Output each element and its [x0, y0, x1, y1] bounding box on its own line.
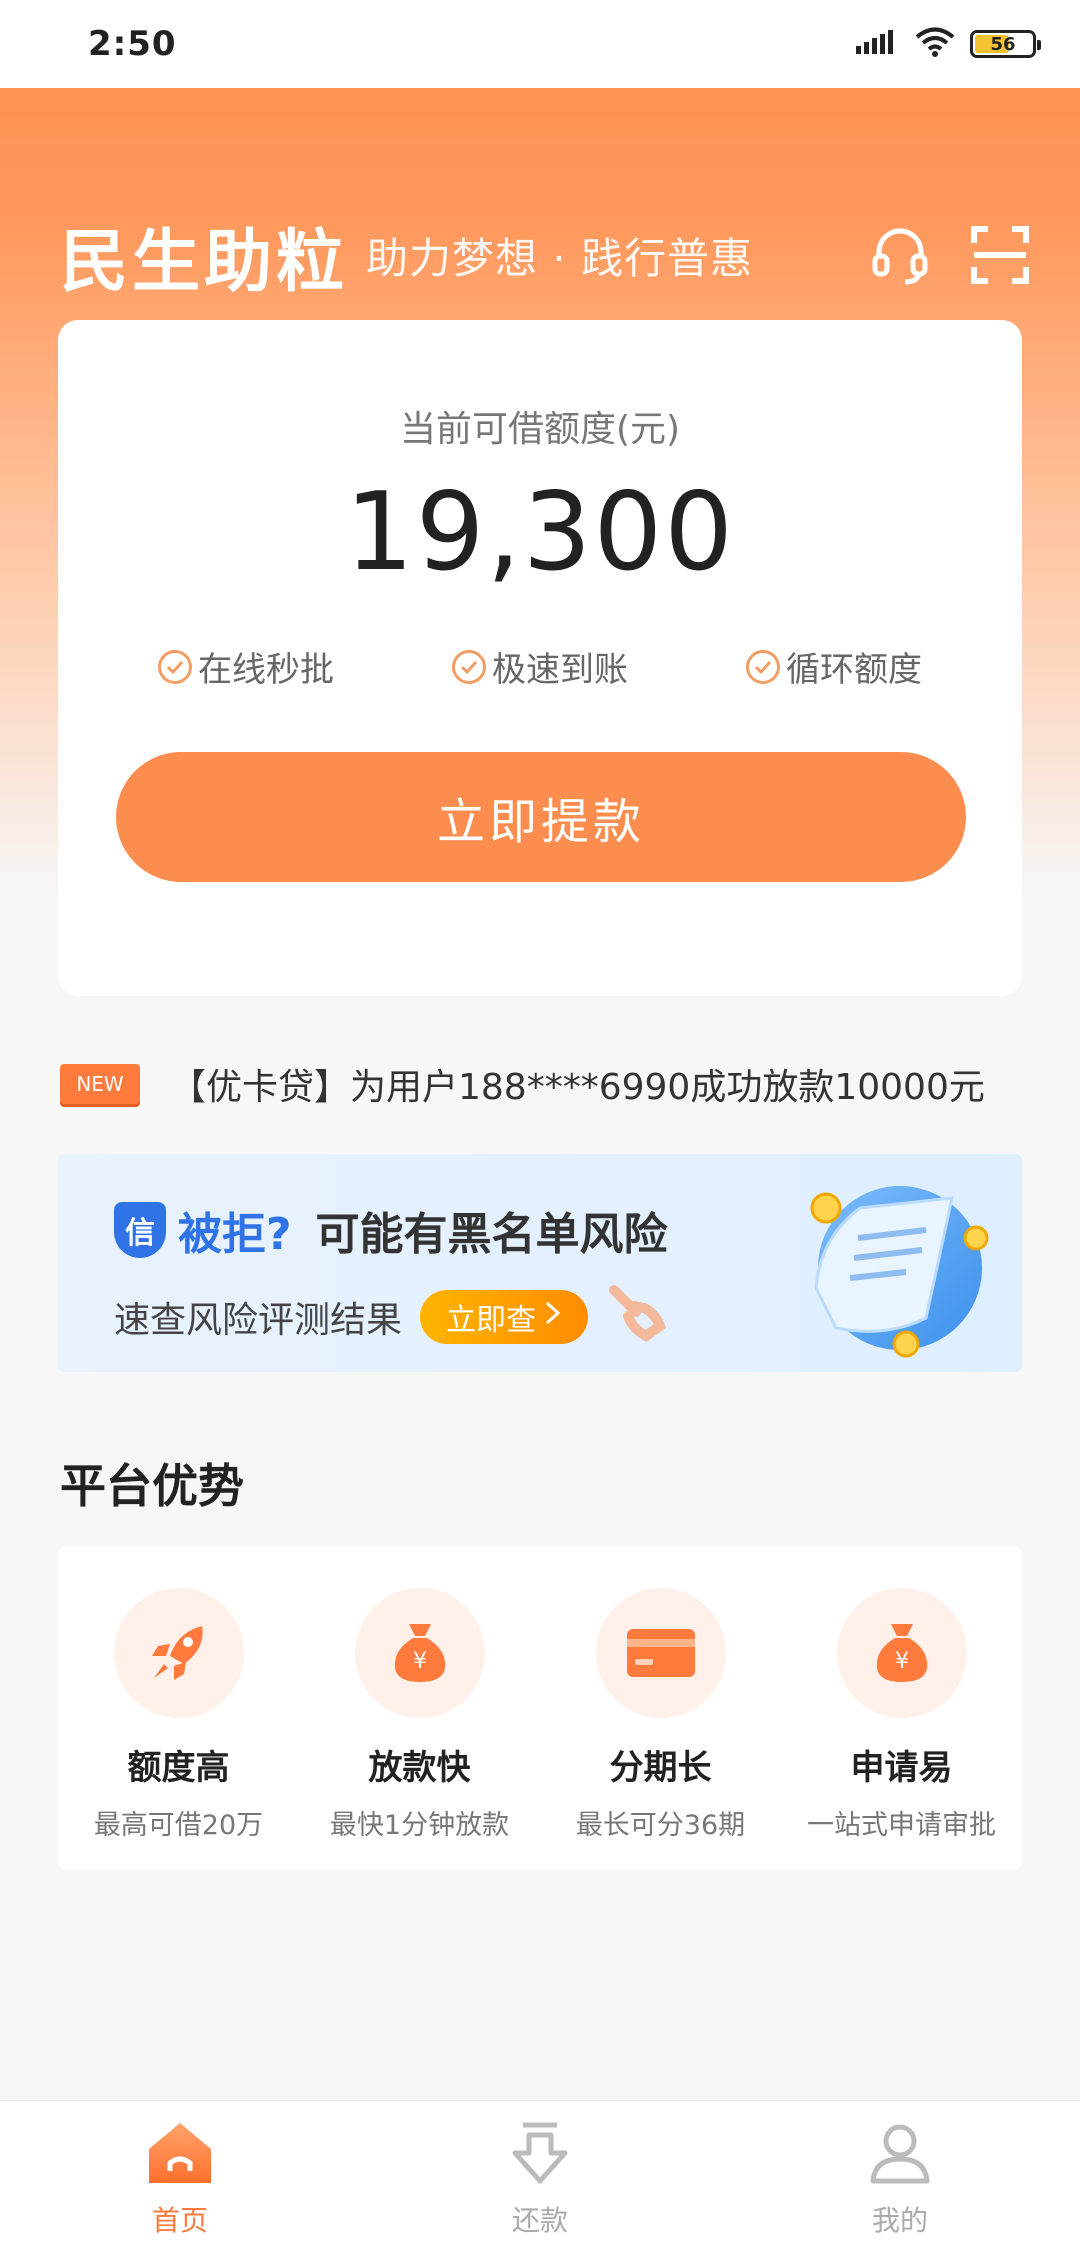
tab-mine[interactable]: 我的: [720, 2101, 1080, 2248]
scan-icon[interactable]: [968, 223, 1032, 287]
withdraw-button[interactable]: 立即提款: [116, 752, 966, 882]
wifi-icon: [914, 26, 956, 62]
credit-amount: 19,300: [345, 470, 735, 595]
rocket-icon: [113, 1588, 244, 1718]
feature-list: 在线秒批 极速到账 循环额度: [158, 642, 922, 691]
tab-repay[interactable]: 还款: [360, 2101, 720, 2248]
check-icon: [158, 649, 192, 684]
battery-icon: 56: [970, 30, 1041, 58]
headset-icon[interactable]: [868, 223, 932, 287]
status-time: 2:50: [88, 24, 177, 64]
report-illustration: [776, 1168, 996, 1358]
bottom-tab-bar: 首页 还款 我的: [0, 2100, 1080, 2248]
advantage-item: ¥ 放款快 最快1分钟放款: [299, 1546, 540, 1870]
tab-label: 我的: [871, 2204, 928, 2237]
pointing-hand-icon: [606, 1282, 667, 1351]
feature-item: 在线秒批: [158, 642, 334, 691]
check-now-button[interactable]: 立即查: [420, 1289, 589, 1344]
page: 2:50 56 民生助粒 助力梦想 · 践行普惠 当前可借额度(元) 19,30…: [0, 0, 1080, 2248]
credit-label: 当前可借额度(元): [399, 409, 681, 450]
repay-icon: [505, 2119, 575, 2193]
advantage-item: 额度高 最高可借20万: [58, 1546, 299, 1870]
feature-label: 在线秒批: [198, 650, 334, 690]
banner-subtitle: 速查风险评测结果: [114, 1299, 403, 1341]
svg-text:¥: ¥: [413, 1649, 427, 1674]
check-icon: [746, 649, 780, 684]
status-icons: 56: [856, 26, 1041, 62]
advantage-desc: 最快1分钟放款: [329, 1810, 510, 1841]
tab-label: 还款: [511, 2204, 568, 2237]
tab-home[interactable]: 首页: [0, 2101, 360, 2248]
header-actions: [868, 223, 1032, 287]
banner-headline: 可能有黑名单风险: [315, 1209, 668, 1260]
advantage-title: 额度高: [127, 1748, 230, 1788]
app-slogan: 助力梦想 · 践行普惠: [366, 233, 754, 283]
feature-label: 极速到账: [492, 650, 628, 690]
card-icon: [595, 1588, 726, 1718]
signal-icon: [856, 28, 900, 60]
advantage-title: 放款快: [368, 1748, 471, 1788]
feature-item: 循环额度: [746, 642, 922, 691]
money-bag-icon: ¥: [354, 1588, 485, 1718]
advantages-card: 额度高 最高可借20万 ¥ 放款快 最快1分钟放款 分期长 最长可分36期 ¥ …: [58, 1546, 1022, 1870]
feature-label: 循环额度: [786, 650, 922, 690]
credit-card: 当前可借额度(元) 19,300 在线秒批 极速到账 循环额度 立即提款: [58, 320, 1022, 996]
money-bag-icon: ¥: [836, 1588, 967, 1718]
advantage-title: 分期长: [609, 1748, 712, 1788]
advantage-desc: 一站式申请审批: [807, 1810, 996, 1841]
advantage-item: 分期长 最长可分36期: [540, 1546, 781, 1870]
banner-title: 信 被拒? 可能有黑名单风险: [114, 1198, 668, 1262]
arrow-right-icon: [544, 1299, 562, 1334]
feature-item: 极速到账: [452, 642, 628, 691]
advantage-desc: 最长可分36期: [575, 1810, 746, 1841]
news-text: 【优卡贷】为用户188****6990成功放款10000元: [170, 1067, 985, 1108]
check-now-label: 立即查: [446, 1302, 537, 1338]
home-icon: [145, 2119, 215, 2193]
advantage-title: 申请易: [850, 1748, 953, 1788]
shield-icon: 信: [114, 1202, 166, 1258]
banner-question: 被拒?: [178, 1209, 292, 1260]
tab-label: 首页: [151, 2204, 208, 2237]
advantage-desc: 最高可借20万: [93, 1810, 264, 1841]
news-ticker[interactable]: NEW 【优卡贷】为用户188****6990成功放款10000元: [60, 1052, 1024, 1116]
banner-subtitle-row: 速查风险评测结果 立即查: [114, 1282, 667, 1351]
status-bar: 2:50 56: [0, 0, 1080, 88]
svg-text:¥: ¥: [895, 1649, 909, 1674]
title-row: 民生助粒 助力梦想 · 践行普惠: [60, 210, 1032, 302]
user-icon: [865, 2119, 935, 2193]
check-icon: [452, 649, 486, 684]
battery-level: 56: [990, 33, 1016, 55]
app-name: 民生助粒: [60, 222, 349, 302]
risk-check-banner[interactable]: 信 被拒? 可能有黑名单风险 速查风险评测结果 立即查: [58, 1154, 1022, 1372]
new-badge: NEW: [60, 1064, 140, 1104]
advantage-item: ¥ 申请易 一站式申请审批: [781, 1546, 1022, 1870]
section-title: 平台优势: [60, 1459, 244, 1513]
